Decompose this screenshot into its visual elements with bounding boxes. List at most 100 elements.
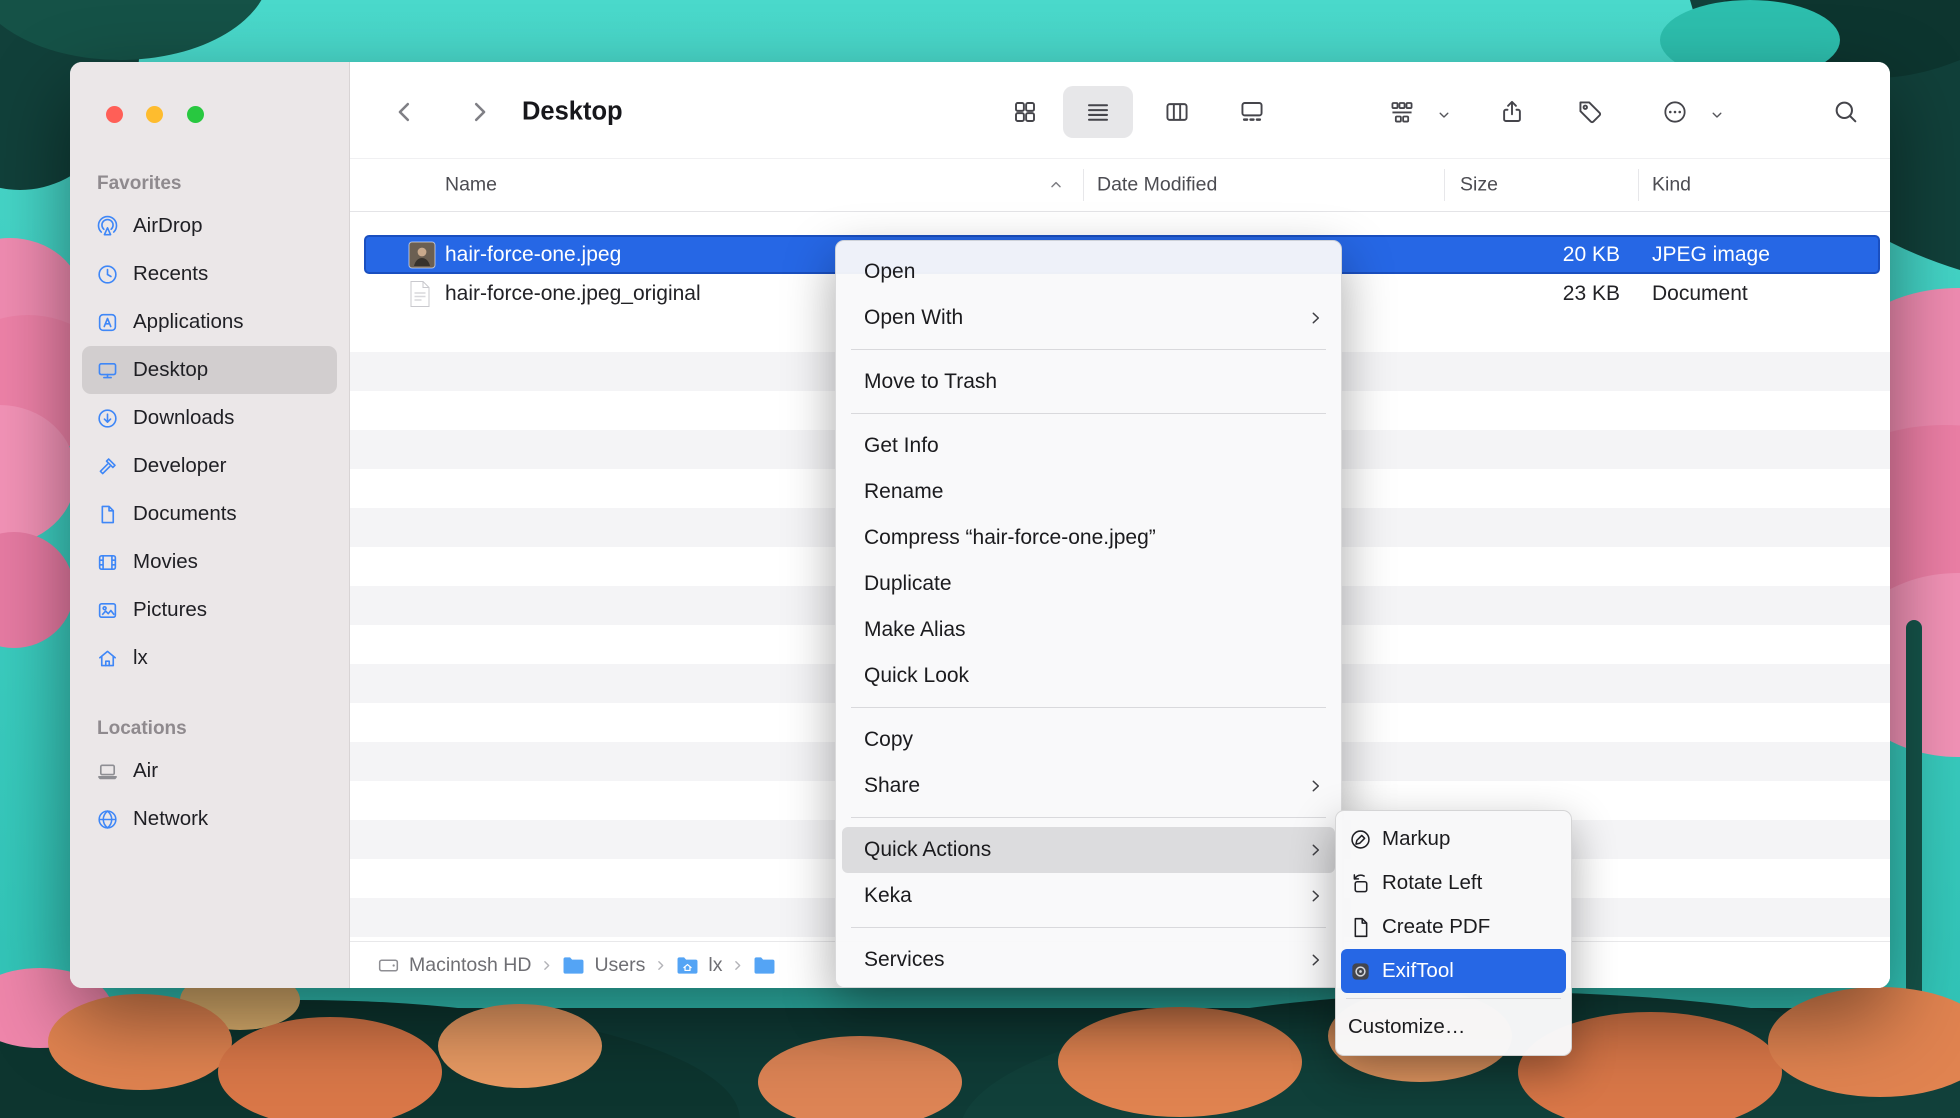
forward-button[interactable] <box>466 99 493 126</box>
file-size: 20 KB <box>1444 243 1620 267</box>
sidebar-item-label: Movies <box>133 550 198 574</box>
create-pdf-icon <box>1348 915 1372 939</box>
path-crumb-macintosh-hd[interactable]: Macintosh HD <box>377 954 531 977</box>
path-crumb-users[interactable]: Users <box>562 954 645 977</box>
menu-item-rename[interactable]: Rename <box>836 469 1341 515</box>
menu-item-compress[interactable]: Compress “hair-force-one.jpeg” <box>836 515 1341 561</box>
locations-section: Locations Air Network <box>70 711 349 843</box>
share-button[interactable] <box>1499 99 1526 126</box>
applications-icon <box>96 311 119 334</box>
column-header-name[interactable]: Name <box>445 174 497 197</box>
sidebar-item-label: Network <box>133 807 208 831</box>
column-divider[interactable] <box>1444 169 1445 201</box>
back-button[interactable] <box>392 99 419 126</box>
airdrop-icon <box>96 215 119 238</box>
path-crumb-home[interactable]: lx <box>676 954 722 977</box>
menu-item-open[interactable]: Open <box>836 249 1341 295</box>
sidebar-item-network[interactable]: Network <box>82 795 337 843</box>
globe-icon <box>96 808 119 831</box>
column-header-date-modified[interactable]: Date Modified <box>1097 174 1217 197</box>
menu-item-label: Open <box>864 260 915 284</box>
column-header-size[interactable]: Size <box>1460 174 1498 197</box>
chevron-right-icon <box>1308 953 1323 968</box>
column-divider[interactable] <box>1638 169 1639 201</box>
sidebar-item-air[interactable]: Air <box>82 747 337 795</box>
submenu-item-create-pdf[interactable]: Create PDF <box>1336 905 1571 949</box>
submenu-item-markup[interactable]: Markup <box>1336 817 1571 861</box>
sidebar-item-pictures[interactable]: Pictures <box>82 586 337 634</box>
sidebar-item-label: Recents <box>133 262 208 286</box>
chevron-right-icon <box>1308 311 1323 326</box>
menu-item-share[interactable]: Share <box>836 763 1341 809</box>
menu-item-label: Open With <box>864 306 963 330</box>
path-crumb-desktop[interactable] <box>753 956 785 975</box>
laptop-icon <box>96 760 119 783</box>
menu-item-quick-actions[interactable]: Quick Actions <box>842 827 1335 873</box>
column-header-row: Name Date Modified Size Kind <box>350 158 1890 212</box>
home-icon <box>96 647 119 670</box>
sidebar-item-label: Developer <box>133 454 226 478</box>
folder-icon <box>562 956 585 975</box>
menu-item-label: Compress “hair-force-one.jpeg” <box>864 526 1156 550</box>
menu-item-services[interactable]: Services <box>836 937 1341 983</box>
sidebar-item-movies[interactable]: Movies <box>82 538 337 586</box>
sidebar-item-documents[interactable]: Documents <box>82 490 337 538</box>
menu-item-move-to-trash[interactable]: Move to Trash <box>836 359 1341 405</box>
search-button[interactable] <box>1833 99 1860 126</box>
column-divider[interactable] <box>1083 169 1084 201</box>
sidebar-item-home[interactable]: lx <box>82 634 337 682</box>
window-title: Desktop <box>522 98 623 127</box>
path-crumb-label: Users <box>594 954 645 977</box>
close-window-button[interactable] <box>106 106 123 123</box>
submenu-item-rotate-left[interactable]: Rotate Left <box>1336 861 1571 905</box>
sidebar: Favorites AirDrop Recents Applications D… <box>70 62 350 988</box>
folder-icon <box>753 956 776 975</box>
minimize-window-button[interactable] <box>146 106 163 123</box>
more-actions-button[interactable] <box>1662 99 1689 126</box>
submenu-item-label: ExifTool <box>1382 959 1454 983</box>
sidebar-item-label: Desktop <box>133 358 208 382</box>
group-by-button[interactable] <box>1389 99 1416 126</box>
toolbar: Desktop <box>350 62 1890 158</box>
context-menu: Open Open With Move to Trash Get Info Re… <box>835 240 1342 988</box>
file-name: hair-force-one.jpeg_original <box>445 282 701 306</box>
downloads-icon <box>96 407 119 430</box>
chevron-right-icon <box>654 959 667 972</box>
menu-item-keka[interactable]: Keka <box>836 873 1341 919</box>
menu-item-label: Keka <box>864 884 912 908</box>
menu-item-label: Rename <box>864 480 943 504</box>
sort-ascending-icon <box>1048 177 1064 193</box>
sidebar-item-applications[interactable]: Applications <box>82 298 337 346</box>
sidebar-item-recents[interactable]: Recents <box>82 250 337 298</box>
submenu-item-exiftool[interactable]: ExifTool <box>1341 949 1566 993</box>
menu-item-open-with[interactable]: Open With <box>836 295 1341 341</box>
zoom-window-button[interactable] <box>187 106 204 123</box>
tag-button[interactable] <box>1577 99 1604 126</box>
sidebar-item-airdrop[interactable]: AirDrop <box>82 202 337 250</box>
menu-item-copy[interactable]: Copy <box>836 717 1341 763</box>
menu-item-label: Services <box>864 948 945 972</box>
document-file-icon <box>408 280 432 308</box>
chevron-right-icon <box>1308 779 1323 794</box>
gallery-view-button[interactable] <box>1239 99 1266 126</box>
hammer-icon <box>96 455 119 478</box>
list-view-button[interactable] <box>1085 99 1112 126</box>
menu-item-label: Get Info <box>864 434 939 458</box>
column-view-button[interactable] <box>1164 99 1191 126</box>
favorites-section-label: Favorites <box>70 166 349 202</box>
menu-item-quick-look[interactable]: Quick Look <box>836 653 1341 699</box>
sidebar-item-developer[interactable]: Developer <box>82 442 337 490</box>
menu-separator <box>851 349 1326 350</box>
menu-item-make-alias[interactable]: Make Alias <box>836 607 1341 653</box>
menu-item-label: Copy <box>864 728 913 752</box>
menu-separator <box>851 817 1326 818</box>
hard-drive-icon <box>377 954 400 977</box>
icon-view-button[interactable] <box>1012 99 1039 126</box>
column-header-kind[interactable]: Kind <box>1652 174 1691 197</box>
submenu-item-customize[interactable]: Customize… <box>1336 1005 1571 1049</box>
menu-item-get-info[interactable]: Get Info <box>836 423 1341 469</box>
submenu-item-label: Customize… <box>1348 1015 1465 1039</box>
menu-item-duplicate[interactable]: Duplicate <box>836 561 1341 607</box>
sidebar-item-downloads[interactable]: Downloads <box>82 394 337 442</box>
sidebar-item-desktop[interactable]: Desktop <box>82 346 337 394</box>
